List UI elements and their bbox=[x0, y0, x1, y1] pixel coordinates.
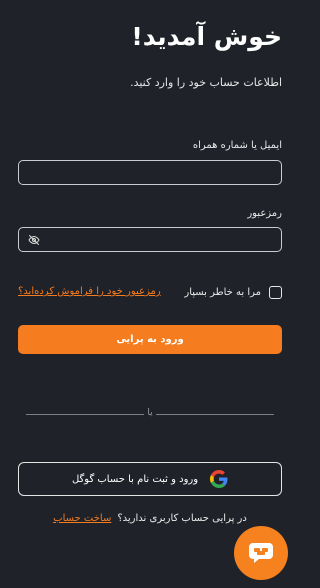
signup-row: در پرایی حساب کاربری ندارید؟ ساخت حساب bbox=[0, 513, 300, 524]
remember-label: مرا به خاطر بسپار bbox=[184, 286, 261, 298]
chat-support-icon bbox=[249, 543, 273, 563]
or-text: یا bbox=[147, 408, 153, 418]
email-label: ایمیل یا شماره همراه bbox=[192, 140, 282, 151]
password-field[interactable] bbox=[18, 227, 282, 252]
google-icon bbox=[210, 470, 228, 488]
login-page: خوش آمدید! اطلاعات حساب خود را وارد کنید… bbox=[0, 0, 300, 588]
google-login-button[interactable]: ورود و ثبت نام با حساب گوگل bbox=[18, 462, 282, 496]
or-divider: یا bbox=[26, 408, 274, 420]
login-button-label: ورود به پرایی bbox=[116, 334, 184, 345]
page-title: خوش آمدید! bbox=[131, 22, 282, 51]
signup-question: در پرایی حساب کاربری ندارید؟ bbox=[117, 513, 247, 524]
eye-slash-icon[interactable] bbox=[28, 234, 40, 246]
create-account-link[interactable]: ساخت حساب bbox=[53, 513, 111, 524]
login-button[interactable]: ورود به پرایی bbox=[18, 325, 282, 354]
remember-checkbox[interactable] bbox=[269, 285, 282, 299]
divider-line-right bbox=[156, 414, 274, 415]
forgot-password-link[interactable]: رمزعبور خود را فراموش کرده‌اید؟ bbox=[18, 286, 161, 297]
google-login-label: ورود و ثبت نام با حساب گوگل bbox=[71, 473, 199, 485]
password-label: رمزعبور bbox=[247, 208, 282, 219]
email-field[interactable] bbox=[18, 160, 282, 185]
support-chat-button[interactable] bbox=[234, 526, 288, 580]
page-subtitle: اطلاعات حساب خود را وارد کنید. bbox=[130, 76, 282, 89]
remember-me[interactable]: مرا به خاطر بسپار bbox=[184, 285, 282, 299]
divider-line-left bbox=[26, 414, 144, 415]
